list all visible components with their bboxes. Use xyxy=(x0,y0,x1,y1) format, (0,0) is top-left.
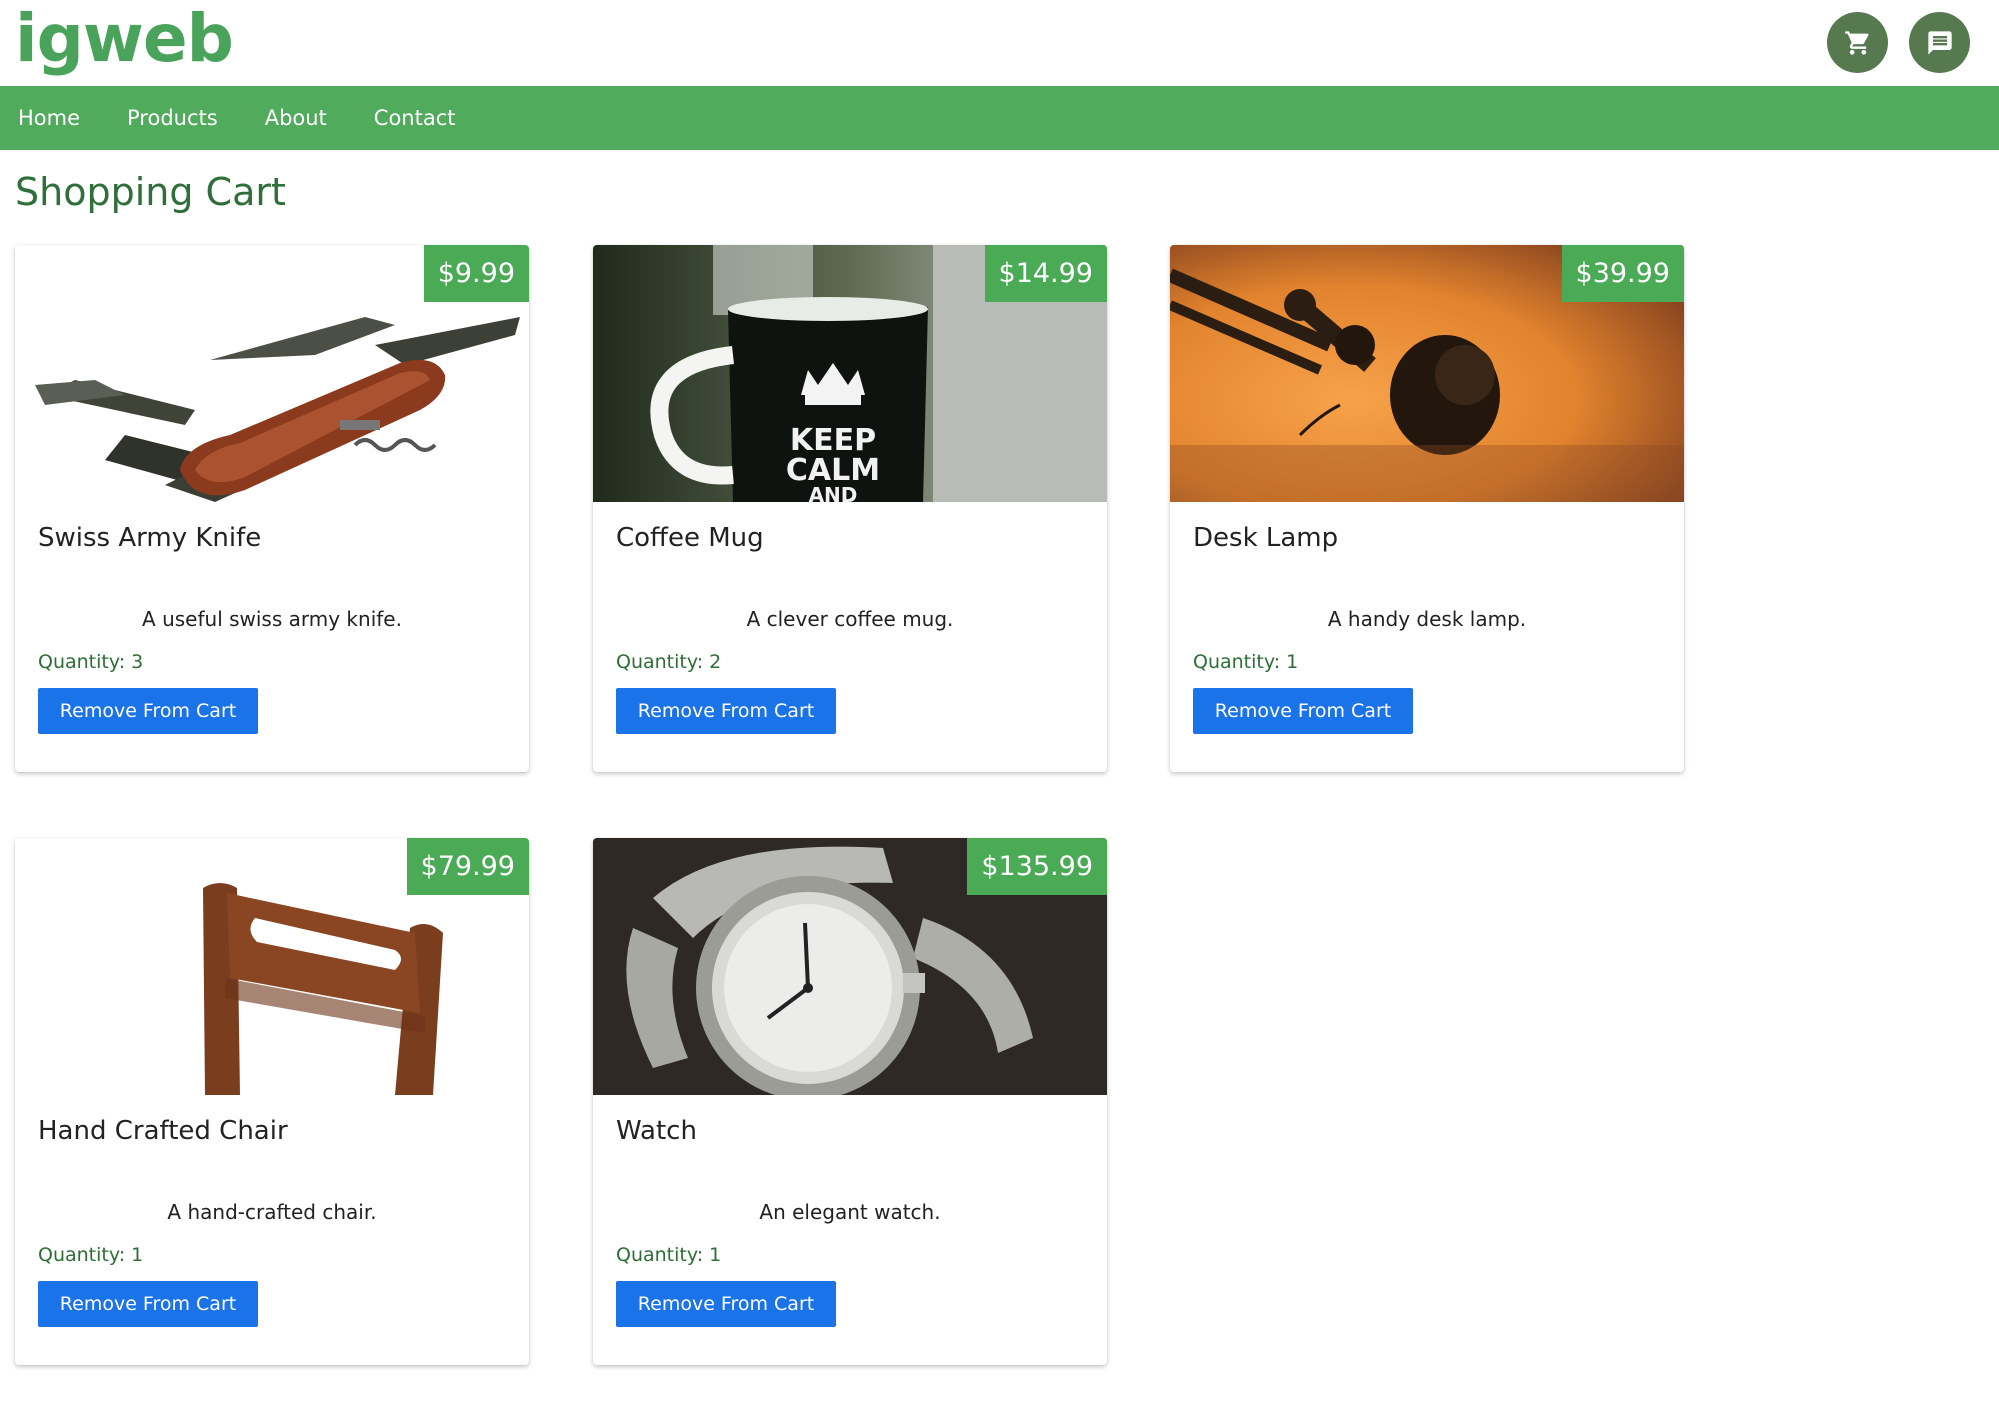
price-badge: $9.99 xyxy=(423,245,529,302)
mug-text-and: AND xyxy=(809,483,858,502)
price-badge: $79.99 xyxy=(406,838,529,895)
product-name: Swiss Army Knife xyxy=(38,523,262,553)
page-title: Shopping Cart xyxy=(15,170,286,214)
main-navbar: Home Products About Contact xyxy=(0,86,1999,150)
cart-item-card: KEEP CALM AND $14.99 Coffee Mug A clever… xyxy=(593,245,1107,772)
chat-icon xyxy=(1927,30,1952,55)
product-quantity: Quantity: 1 xyxy=(38,1244,144,1266)
product-name: Watch xyxy=(616,1116,697,1146)
site-header: igweb xyxy=(0,0,1999,86)
product-quantity: Quantity: 1 xyxy=(616,1244,722,1266)
cart-item-card: $79.99 Hand Crafted Chair A hand-crafted… xyxy=(15,838,529,1365)
product-name: Desk Lamp xyxy=(1193,523,1339,553)
product-description: A clever coffee mug. xyxy=(746,607,954,631)
product-quantity: Quantity: 1 xyxy=(1193,651,1299,673)
price-badge: $39.99 xyxy=(1561,245,1684,302)
product-description: An elegant watch. xyxy=(759,1200,941,1224)
product-description: A handy desk lamp. xyxy=(1327,607,1527,631)
cart-item-card: $135.99 Watch An elegant watch. Quantity… xyxy=(593,838,1107,1365)
remove-from-cart-button[interactable]: Remove From Cart xyxy=(38,688,258,734)
product-description: A hand-crafted chair. xyxy=(167,1200,377,1224)
remove-from-cart-button[interactable]: Remove From Cart xyxy=(38,1281,258,1327)
product-quantity: Quantity: 2 xyxy=(616,651,722,673)
cart-item-card: $39.99 Desk Lamp A handy desk lamp. Quan… xyxy=(1170,245,1684,772)
product-quantity: Quantity: 3 xyxy=(38,651,144,673)
cart-item-card: $9.99 Swiss Army Knife A useful swiss ar… xyxy=(15,245,529,772)
product-description: A useful swiss army knife. xyxy=(142,607,402,631)
product-name: Hand Crafted Chair xyxy=(38,1116,288,1146)
cart-button[interactable] xyxy=(1827,12,1888,73)
remove-from-cart-button[interactable]: Remove From Cart xyxy=(616,688,836,734)
site-logo[interactable]: igweb xyxy=(15,0,234,78)
cart-icon xyxy=(1844,30,1869,55)
chat-button[interactable] xyxy=(1909,12,1970,73)
price-badge: $14.99 xyxy=(984,245,1107,302)
nav-products[interactable]: Products xyxy=(127,106,218,130)
product-name: Coffee Mug xyxy=(616,523,764,553)
nav-home[interactable]: Home xyxy=(18,106,80,130)
remove-from-cart-button[interactable]: Remove From Cart xyxy=(1193,688,1413,734)
remove-from-cart-button[interactable]: Remove From Cart xyxy=(616,1281,836,1327)
price-badge: $135.99 xyxy=(967,838,1107,895)
nav-about[interactable]: About xyxy=(265,106,327,130)
nav-contact[interactable]: Contact xyxy=(374,106,456,130)
